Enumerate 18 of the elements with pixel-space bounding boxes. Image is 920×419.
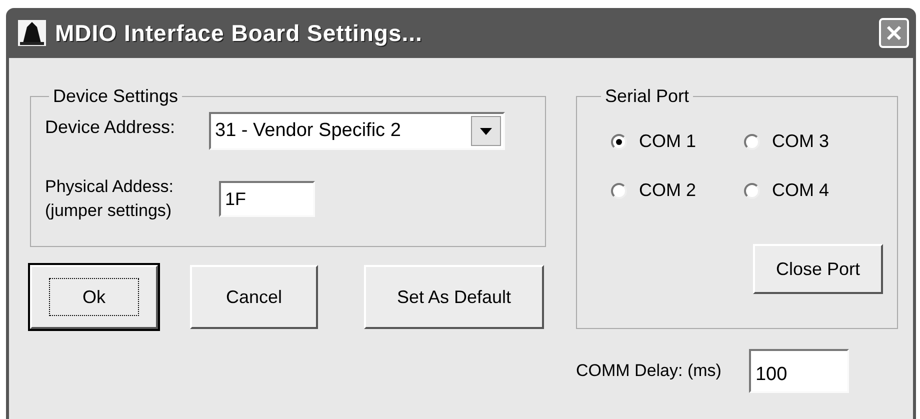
ok-button[interactable]: Ok	[30, 265, 158, 329]
close-button[interactable]	[879, 18, 909, 48]
group-legend: Device Settings	[49, 83, 182, 110]
field-label: COMM Delay: (ms)	[576, 360, 722, 382]
field-label: Physical Addess: (jumper settings)	[45, 176, 175, 222]
physical-address-field[interactable]: 1F	[219, 181, 315, 217]
close-icon	[885, 24, 903, 42]
close-port-button[interactable]: Close Port	[753, 244, 883, 294]
device-address-dropdown[interactable]: 31 - Vendor Specific 2	[209, 112, 505, 150]
dropdown-arrow-button[interactable]	[471, 116, 501, 146]
group-legend: Serial Port	[601, 83, 694, 110]
cancel-button[interactable]: Cancel	[190, 265, 318, 329]
set-as-default-button[interactable]: Set As Default	[364, 265, 544, 329]
field-label: Device Address:	[45, 116, 176, 139]
comm-delay-field[interactable]: 100	[749, 349, 850, 393]
app-icon	[17, 19, 47, 47]
window-title: MDIO Interface Board Settings...	[55, 18, 424, 48]
caret-icon	[480, 128, 492, 134]
